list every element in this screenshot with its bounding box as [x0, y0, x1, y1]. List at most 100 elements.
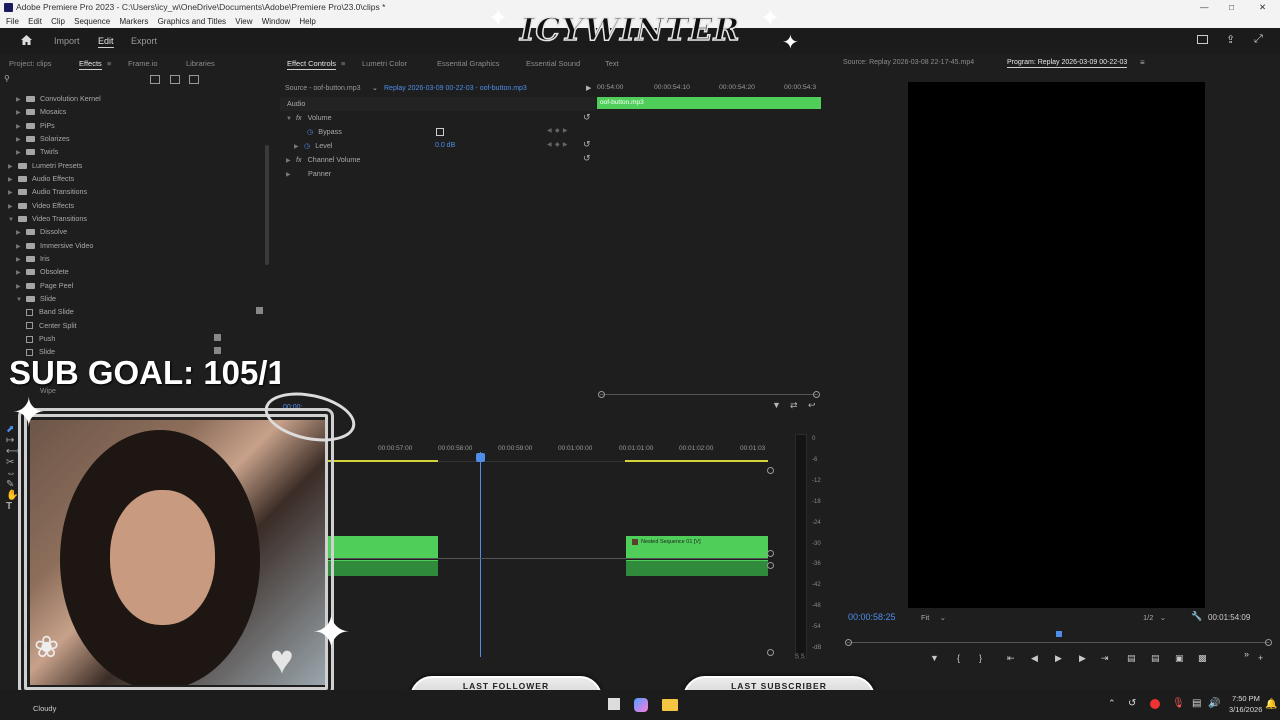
app-tray-icon[interactable]: ↺	[1128, 698, 1136, 709]
task-view-icon[interactable]	[608, 698, 620, 710]
tree-folder[interactable]: ▶ Convolution Kernel	[16, 92, 101, 105]
tab-project[interactable]: Project: clips	[9, 59, 52, 68]
tree-folder[interactable]: ▶ Obsolete	[16, 265, 69, 278]
resolution-dropdown[interactable]: 1/2 ⌄	[1143, 613, 1166, 622]
network-icon[interactable]: ▤	[1192, 698, 1201, 709]
tree-folder[interactable]: ▶ PiPs	[16, 119, 55, 132]
play-icon[interactable]: ▶	[1055, 653, 1062, 664]
panel-menu-icon[interactable]: ≡	[107, 59, 111, 68]
tab-effects[interactable]: Effects	[79, 59, 102, 70]
filter-icon[interactable]: ▼	[772, 400, 781, 410]
play-triangle-icon[interactable]: ▶	[586, 84, 591, 92]
tab-frameio[interactable]: Frame.io	[128, 59, 158, 68]
yuv-icon[interactable]	[189, 75, 199, 84]
scroll-handle[interactable]	[767, 649, 774, 656]
fit-dropdown[interactable]: Fit ⌄	[921, 613, 946, 622]
minimize-icon[interactable]: —	[1200, 0, 1209, 15]
zoom-handle-right[interactable]	[813, 391, 820, 398]
menu-edit[interactable]: Edit	[28, 17, 42, 26]
tab-program-monitor[interactable]: Program: Replay 2026-03-09 00-22-03	[1007, 59, 1128, 68]
menu-sequence[interactable]: Sequence	[74, 17, 110, 26]
add-marker-icon[interactable]: ▼	[930, 653, 939, 663]
menu-help[interactable]: Help	[299, 17, 315, 26]
panner-row[interactable]: ▶ Panner	[286, 167, 331, 181]
tree-folder[interactable]: ▶ Lumetri Presets	[8, 159, 82, 172]
tray-chevron-icon[interactable]: ⌃	[1108, 698, 1116, 709]
program-scrub-bar[interactable]	[847, 642, 1269, 643]
scroll-handle[interactable]	[845, 639, 852, 646]
tree-folder[interactable]: ▼ Video Transitions	[8, 212, 87, 225]
tab-essential-sound[interactable]: Essential Sound	[526, 59, 580, 68]
channel-volume-row[interactable]: ▶ fx Channel Volume	[286, 153, 360, 167]
menu-clip[interactable]: Clip	[51, 17, 65, 26]
home-icon[interactable]	[20, 34, 33, 46]
tree-folder[interactable]: ▶ Audio Transitions	[8, 185, 87, 198]
zoom-handle-left[interactable]	[598, 391, 605, 398]
tab-text[interactable]: Text	[605, 59, 619, 68]
workspaces-icon[interactable]	[1197, 35, 1208, 44]
tree-folder[interactable]: ▶ Audio Effects	[8, 172, 74, 185]
step-forward-icon[interactable]: ▶	[1079, 653, 1086, 664]
fullscreen-icon[interactable]: ⤢	[1254, 33, 1263, 46]
menu-view[interactable]: View	[235, 17, 252, 26]
scrub-handle[interactable]	[1056, 631, 1062, 637]
lift-icon[interactable]: ▤	[1127, 653, 1136, 664]
tree-folder[interactable]: ▶ Video Effects	[8, 199, 74, 212]
accelerated-icon[interactable]	[150, 75, 160, 84]
tree-folder[interactable]: ▶ Mosaics	[16, 105, 66, 118]
tab-lumetri-color[interactable]: Lumetri Color	[362, 59, 407, 68]
tree-folder[interactable]: ▶ Iris	[16, 252, 50, 265]
mark-out-icon[interactable]: }	[979, 653, 982, 663]
clock-time[interactable]: 7:50 PM	[1232, 694, 1260, 703]
export-frame-icon[interactable]: ▣	[1175, 653, 1184, 664]
tree-folder[interactable]: ▶ Page Peel	[16, 279, 73, 292]
clock-date[interactable]: 3/16/2026	[1229, 705, 1262, 714]
wrench-icon[interactable]: 🔧	[1191, 611, 1202, 622]
solo-buttons[interactable]: S S	[795, 654, 805, 660]
chrome-tray-icon[interactable]	[1150, 699, 1160, 709]
tab-libraries[interactable]: Libraries	[186, 59, 215, 68]
tree-folder[interactable]: ▶ Dissolve	[16, 225, 67, 238]
tab-source-monitor[interactable]: Source: Replay 2026-03-08 22-17-45.mp4	[843, 59, 974, 66]
add-icon[interactable]: +	[1258, 653, 1263, 663]
extract-icon[interactable]: ▤	[1151, 653, 1160, 664]
weather-label[interactable]: Cloudy	[33, 704, 56, 713]
menu-window[interactable]: Window	[262, 17, 290, 26]
reset-icon[interactable]: ↺	[583, 139, 591, 150]
bypass-checkbox[interactable]	[436, 128, 444, 136]
tree-item[interactable]: Center Split	[26, 319, 77, 332]
nested-sequence-clip[interactable]: Nested Sequence 01 [V]	[626, 536, 768, 558]
volume-row[interactable]: ▼ fx Volume	[286, 111, 332, 125]
chevron-down-icon[interactable]: ▼	[16, 294, 26, 307]
ec-clip-bar[interactable]: oof-button.mp3	[597, 97, 821, 109]
keyframe-nav[interactable]: ◀ ◆ ▶	[547, 141, 568, 148]
panel-menu-icon[interactable]: ≡	[1140, 58, 1145, 67]
go-to-in-icon[interactable]: ⇤	[1007, 653, 1015, 664]
file-explorer-icon[interactable]	[662, 699, 678, 711]
button-editor-icon[interactable]: »	[1244, 649, 1249, 659]
scroll-handle[interactable]	[767, 467, 774, 474]
maximize-icon[interactable]: □	[1229, 0, 1234, 15]
share-icon[interactable]: ⇪	[1226, 33, 1235, 46]
tree-folder[interactable]: ▶ Immersive Video	[16, 239, 93, 252]
scroll-handle[interactable]	[1265, 639, 1272, 646]
chevron-down-icon[interactable]: ⌄	[372, 84, 378, 92]
tab-essential-graphics[interactable]: Essential Graphics	[437, 59, 500, 68]
tab-effect-controls[interactable]: Effect Controls	[287, 59, 337, 70]
tab-export[interactable]: Export	[131, 36, 157, 46]
wrench-icon[interactable]: ⇄	[790, 400, 798, 411]
menu-graphics[interactable]: Graphics and Titles	[158, 17, 226, 26]
menu-file[interactable]: File	[6, 17, 19, 26]
tab-import[interactable]: Import	[54, 36, 80, 46]
reset-icon[interactable]: ↺	[583, 153, 591, 164]
tree-folder[interactable]: ▼ Slide	[16, 292, 56, 305]
playhead[interactable]	[480, 452, 481, 657]
tree-folder[interactable]: ▶ Solarizes	[16, 132, 70, 145]
playhead-handle[interactable]	[476, 453, 485, 462]
work-area-bar-right[interactable]	[625, 460, 768, 462]
mic-icon[interactable]: 🎙	[1172, 698, 1185, 709]
volume-icon[interactable]: 🔊	[1208, 698, 1220, 709]
reset-icon[interactable]: ↺	[583, 112, 591, 123]
ec-timeline-ruler[interactable]: 00:54:00 00:00:54:10 00:00:54:20 00:00:5…	[597, 82, 822, 95]
scroll-handle[interactable]	[767, 562, 774, 569]
